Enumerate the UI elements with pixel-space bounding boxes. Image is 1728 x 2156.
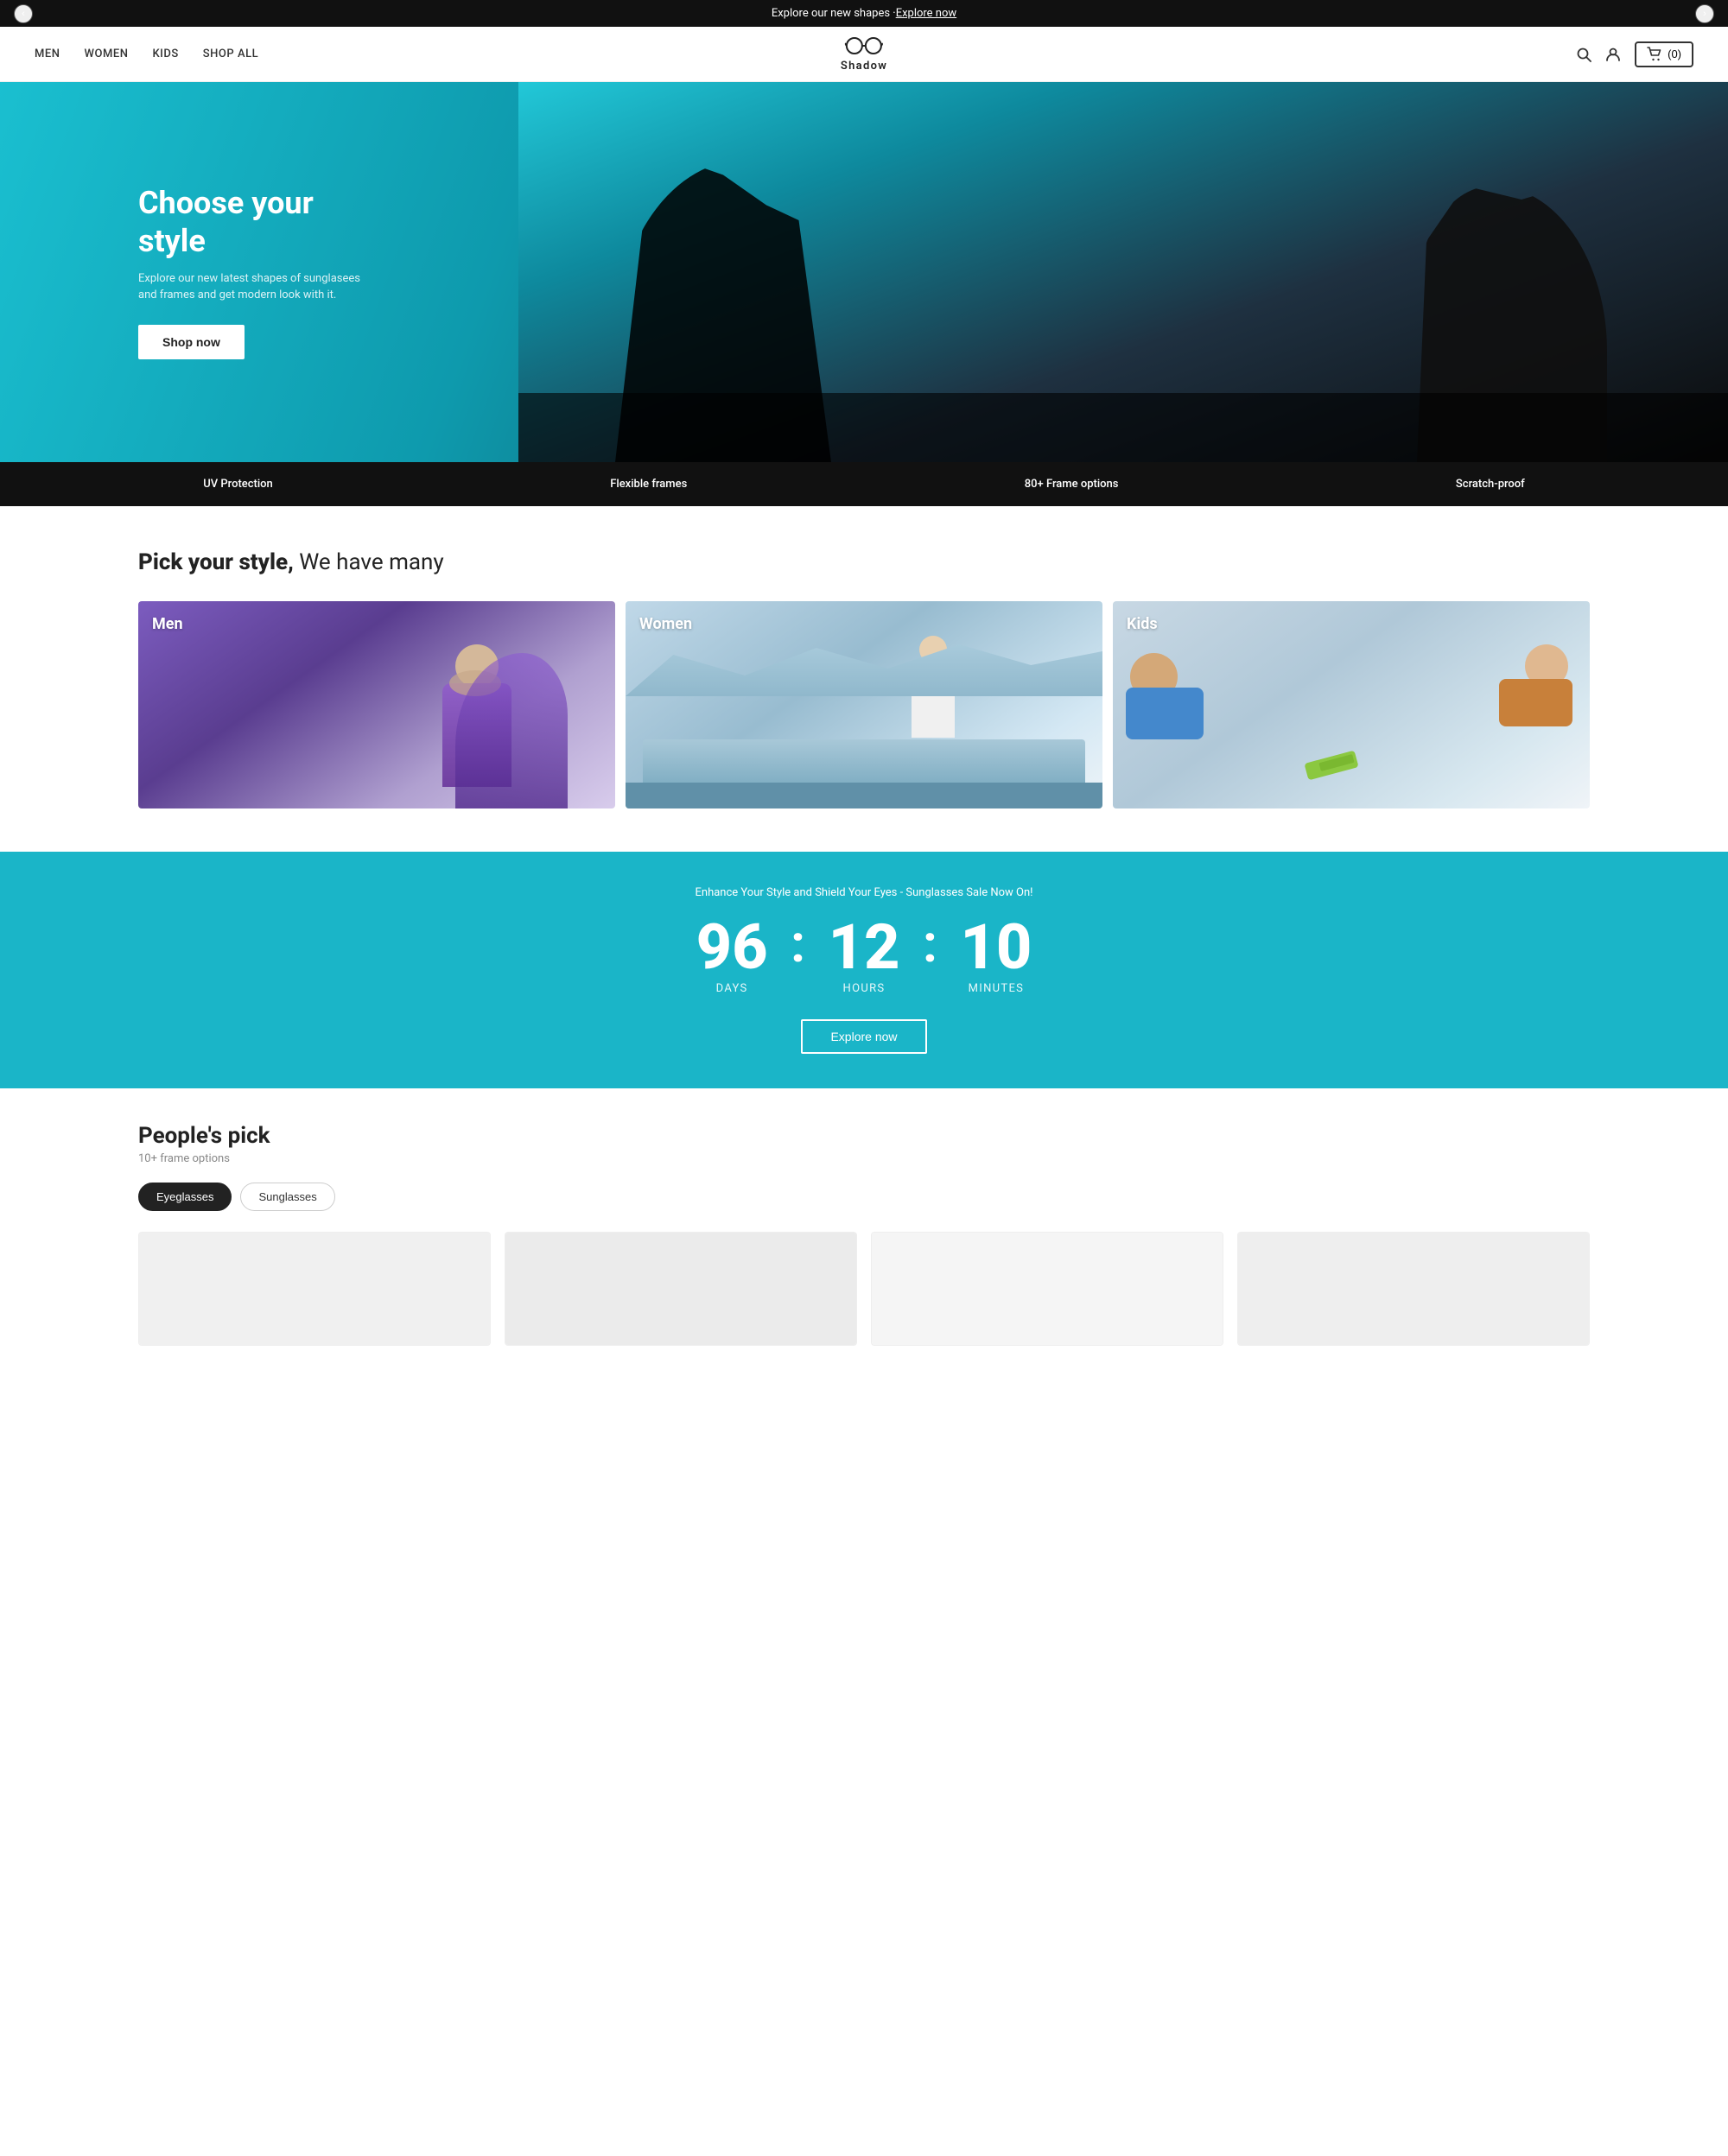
separator-2: : [916, 918, 944, 970]
main-nav: MEN WOMEN KIDS SHOP ALL [35, 48, 258, 60]
header: MEN WOMEN KIDS SHOP ALL Shadow [0, 27, 1728, 82]
product-card-4[interactable] [1237, 1232, 1590, 1346]
feature-scratch: Scratch-proof [1456, 478, 1525, 491]
countdown-hours: 12 HOURS [812, 916, 916, 995]
sale-tagline: Enhance Your Style and Shield Your Eyes … [17, 886, 1711, 899]
announcement-next-button[interactable]: › [1695, 4, 1714, 23]
logo-name: Shadow [841, 60, 887, 73]
product-image-3 [872, 1233, 1223, 1345]
search-icon [1576, 47, 1591, 62]
account-button[interactable] [1605, 47, 1621, 62]
water [626, 783, 1102, 808]
announcement-text: Explore our new shapes · [772, 7, 896, 20]
category-grid: Men Women [138, 601, 1590, 808]
search-button[interactable] [1576, 47, 1591, 62]
men-card-bg [138, 601, 615, 808]
peoples-pick-section: People's pick 10+ frame options Eyeglass… [0, 1088, 1728, 1380]
product-image-4 [1238, 1233, 1589, 1345]
minutes-number: 10 [944, 916, 1048, 979]
announcement-bar: ‹ Explore our new shapes · Explore now › [0, 0, 1728, 27]
product-image-2 [505, 1233, 856, 1345]
countdown-minutes: 10 MINUTES [944, 916, 1048, 995]
hours-number: 12 [812, 916, 916, 979]
logo[interactable]: Shadow [841, 35, 887, 73]
kid1-body [1126, 688, 1204, 739]
countdown-days: 96 DAYS [680, 916, 784, 995]
nav-kids[interactable]: KIDS [152, 48, 178, 60]
account-icon [1605, 47, 1621, 62]
ground-area [518, 393, 1728, 462]
days-number: 96 [680, 916, 784, 979]
shop-now-button[interactable]: Shop now [138, 325, 245, 359]
nav-women[interactable]: WOMEN [85, 48, 129, 60]
cart-button[interactable]: (0) [1635, 41, 1693, 67]
filter-eyeglasses[interactable]: Eyeglasses [138, 1183, 232, 1211]
product-grid [138, 1232, 1590, 1346]
men-label: Men [152, 615, 183, 633]
announcement-prev-button[interactable]: ‹ [14, 4, 33, 23]
sale-section: Enhance Your Style and Shield Your Eyes … [0, 852, 1728, 1088]
minutes-label: MINUTES [944, 982, 1048, 995]
features-bar: UV Protection Flexible frames 80+ Frame … [0, 462, 1728, 506]
logo-glasses-icon [845, 35, 883, 60]
pick-style-section: Pick your style, We have many Men [0, 506, 1728, 852]
feature-frames: 80+ Frame options [1025, 478, 1119, 491]
mountains [626, 627, 1102, 696]
days-label: DAYS [680, 982, 784, 995]
category-card-women[interactable]: Women [626, 601, 1102, 808]
women-label: Women [639, 615, 692, 633]
announcement-link[interactable]: Explore now [896, 7, 956, 20]
countdown: 96 DAYS : 12 HOURS : 10 MINUTES [17, 916, 1711, 995]
nav-men[interactable]: MEN [35, 48, 60, 60]
hero-image-area [518, 82, 1728, 462]
category-card-men[interactable]: Men [138, 601, 615, 808]
category-card-kids[interactable]: Kids [1113, 601, 1590, 808]
pick-style-title: Pick your style, We have many [138, 549, 1590, 575]
feature-flexible: Flexible frames [610, 478, 687, 491]
hero-content: Choose your style Explore our new latest… [0, 185, 363, 358]
product-image-1 [139, 1233, 490, 1345]
product-card-2[interactable] [505, 1232, 857, 1346]
filter-sunglasses[interactable]: Sunglasses [240, 1183, 334, 1211]
kid2-body [1499, 679, 1572, 726]
filter-tabs: Eyeglasses Sunglasses [138, 1183, 1590, 1211]
women-card-bg [626, 601, 1102, 808]
pick-style-title-bold: Pick your style, [138, 549, 294, 575]
peoples-pick-title: People's pick [138, 1123, 1590, 1149]
kids-card-bg [1113, 601, 1590, 808]
kids-figures [1121, 636, 1581, 783]
pick-style-title-normal: We have many [299, 549, 443, 575]
hero-title: Choose your style [138, 185, 363, 259]
header-icons: (0) [1576, 41, 1693, 67]
cart-icon [1647, 47, 1662, 62]
separator-1: : [784, 918, 812, 970]
peoples-pick-subtitle: 10+ frame options [138, 1152, 1590, 1165]
product-card-3[interactable] [871, 1232, 1223, 1346]
kids-label: Kids [1127, 615, 1158, 633]
product-card-1[interactable] [138, 1232, 491, 1346]
hero-subtitle: Explore our new latest shapes of sunglas… [138, 270, 363, 304]
nav-shop-all[interactable]: SHOP ALL [203, 48, 258, 60]
hero-section: Choose your style Explore our new latest… [0, 82, 1728, 462]
explore-now-button[interactable]: Explore now [801, 1019, 926, 1054]
feature-uv: UV Protection [203, 478, 273, 491]
cart-count: (0) [1668, 48, 1681, 60]
hours-label: HOURS [812, 982, 916, 995]
